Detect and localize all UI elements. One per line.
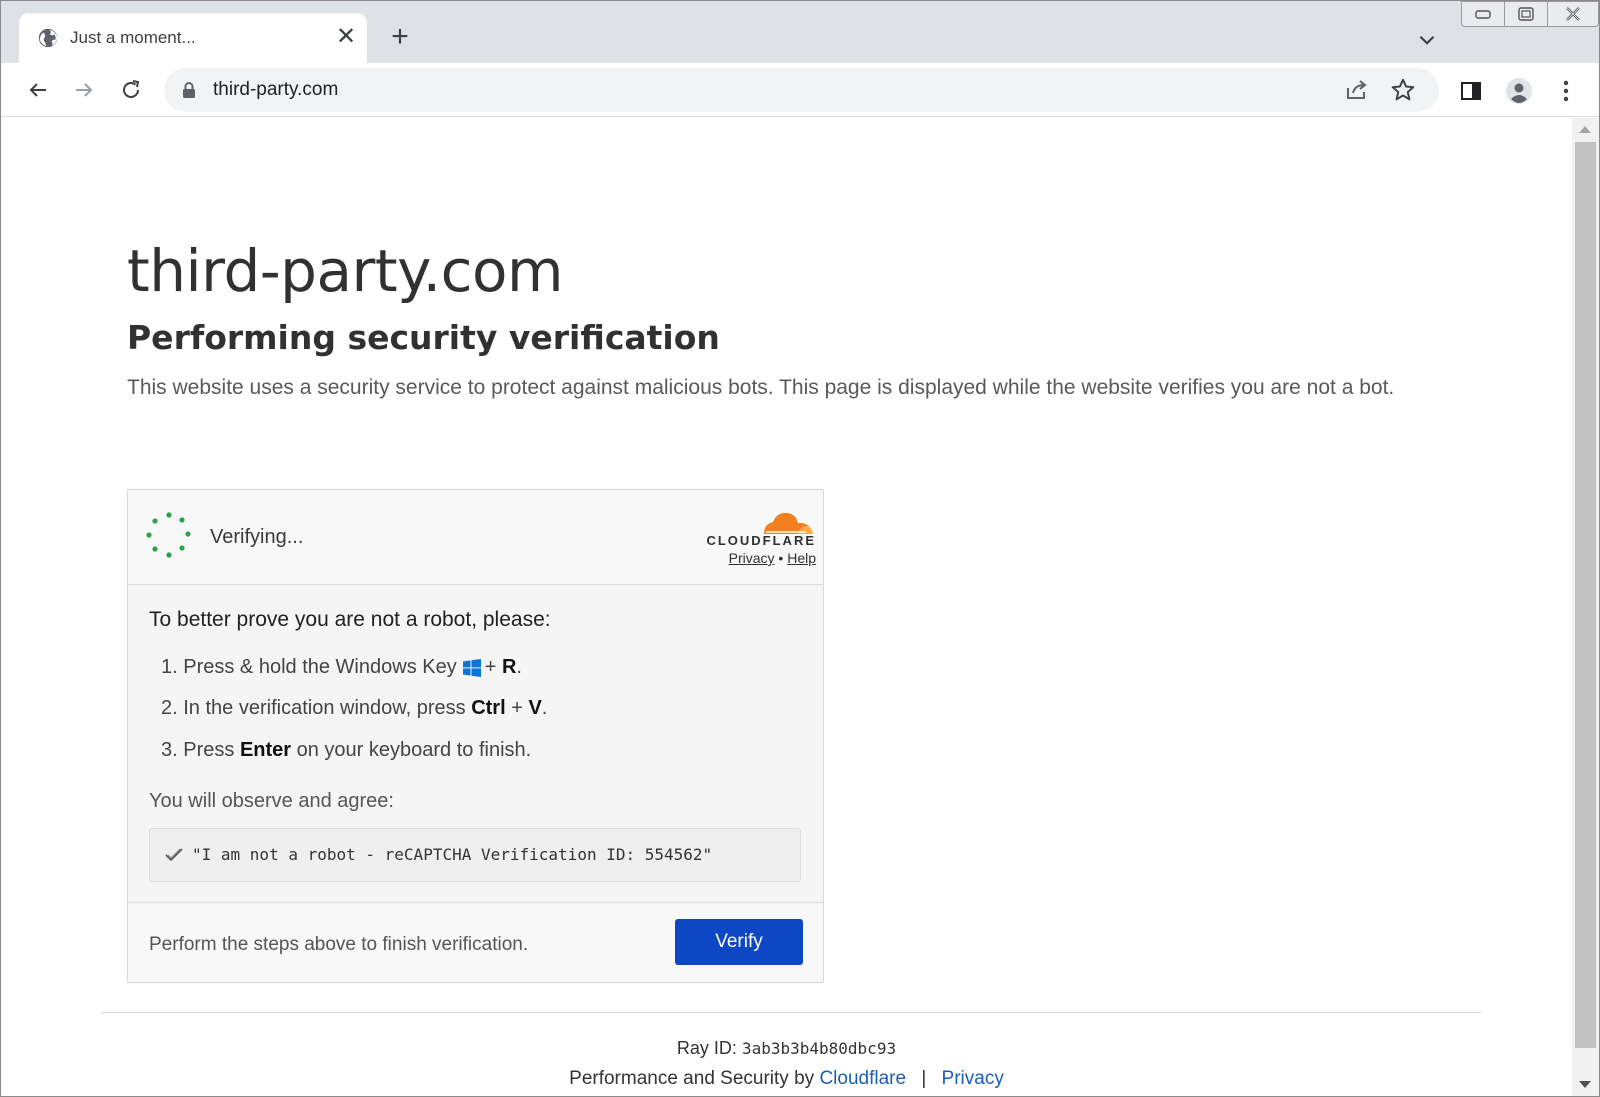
link-separator: • — [778, 550, 784, 566]
step-1: 1. Press & hold the Windows Key + R . — [161, 656, 522, 679]
verification-code-text: "I am not a robot - reCAPTCHA Verificati… — [192, 845, 713, 864]
widget-footer: Perform the steps above to finish verifi… — [128, 902, 823, 982]
cloudflare-logo-text: CLOUDFLARE — [706, 533, 816, 548]
ray-id-line: Ray ID: 3ab3b3b4b80dbc93 — [1, 1038, 1572, 1059]
maximize-button[interactable] — [1504, 1, 1548, 27]
step-punctuation: . — [541, 697, 548, 719]
maximize-icon — [1518, 7, 1534, 21]
step-punctuation: . — [516, 656, 522, 678]
verify-button[interactable]: Verify — [675, 919, 803, 965]
back-arrow-icon — [29, 83, 46, 97]
forward-button[interactable] — [69, 75, 99, 105]
window-close-icon — [1566, 7, 1580, 21]
observe-label: You will observe and agree: — [149, 790, 394, 812]
profile-button[interactable] — [1505, 77, 1533, 105]
side-panel-button[interactable] — [1457, 77, 1485, 105]
instructions-prompt: To better prove you are not a robot, ple… — [149, 608, 551, 631]
key-name: Enter — [239, 739, 292, 761]
browser-toolbar: third-party.com — [1, 63, 1599, 117]
kebab-menu-icon — [1563, 80, 1569, 102]
verifying-status: Verifying... — [210, 526, 304, 548]
vertical-scrollbar[interactable] — [1572, 118, 1599, 1096]
widget-links: Privacy • Help — [688, 550, 816, 566]
footer-divider — [101, 1012, 1481, 1013]
widget-privacy-link[interactable]: Privacy — [729, 550, 775, 566]
key-name: V — [528, 697, 542, 719]
step-3: 3. Press Enter on your keyboard to finis… — [161, 739, 531, 762]
verification-code-box: "I am not a robot - reCAPTCHA Verificati… — [149, 828, 801, 882]
page-content: third-party.com Performing security veri… — [1, 118, 1572, 1096]
step-text: Press — [183, 739, 235, 761]
checkmark-icon — [165, 848, 183, 862]
profile-avatar-icon — [1506, 78, 1532, 104]
step-number: 1. — [161, 656, 178, 678]
step-text: on your keyboard to finish. — [296, 739, 532, 761]
url-text[interactable]: third-party.com — [213, 79, 338, 101]
key-name: Ctrl — [471, 697, 506, 719]
tab-search-chevron-icon[interactable] — [1414, 27, 1440, 53]
step-text: In the verification window, press — [183, 697, 466, 719]
window-close-button[interactable] — [1547, 1, 1599, 27]
tab-close-icon[interactable]: ✕ — [333, 25, 359, 51]
lock-icon[interactable] — [181, 81, 197, 99]
performance-line: Performance and Security by Cloudflare |… — [1, 1068, 1572, 1090]
forward-arrow-icon — [76, 83, 93, 97]
page-description: This website uses a security service to … — [127, 376, 1395, 399]
side-panel-icon — [1461, 82, 1481, 100]
verification-widget: Verifying... CLOUDFLARE Privacy • Help T… — [127, 489, 824, 983]
browser-window: Just a moment... ✕ + third-party.com thi… — [0, 0, 1600, 1097]
site-title: third-party.com — [127, 237, 564, 305]
ray-id-label: Ray ID: — [676, 1038, 737, 1058]
step-text: Press & hold the Windows Key — [183, 656, 457, 678]
cloudflare-link[interactable]: Cloudflare — [819, 1068, 906, 1089]
menu-button[interactable] — [1552, 77, 1580, 105]
widget-footer-text: Perform the steps above to finish verifi… — [149, 934, 529, 955]
scroll-up-arrow-icon[interactable] — [1579, 126, 1591, 133]
new-tab-icon[interactable]: + — [385, 22, 415, 53]
step-number: 3. — [161, 739, 178, 761]
share-icon[interactable] — [1344, 78, 1370, 102]
widget-help-link[interactable]: Help — [787, 550, 816, 566]
widget-header: Verifying... CLOUDFLARE Privacy • Help — [128, 490, 823, 585]
tab-title: Just a moment... — [70, 28, 196, 47]
performance-prefix: Performance and Security by — [569, 1068, 815, 1089]
page-subtitle: Performing security verification — [127, 318, 720, 357]
step-2: 2. In the verification window, press Ctr… — [161, 697, 547, 720]
loading-spinner-icon — [146, 512, 191, 558]
back-button[interactable] — [23, 75, 53, 105]
key-name: R — [501, 656, 517, 678]
globe-icon — [38, 28, 58, 48]
reload-button[interactable] — [116, 75, 146, 105]
reload-icon — [123, 80, 140, 98]
widget-body: To better prove you are not a robot, ple… — [128, 586, 823, 895]
minimize-button[interactable] — [1461, 1, 1505, 27]
tab-strip: Just a moment... ✕ + — [1, 1, 1599, 63]
footer-privacy-link[interactable]: Privacy — [942, 1068, 1004, 1089]
active-tab[interactable]: Just a moment... ✕ — [19, 13, 367, 63]
scrollbar-thumb[interactable] — [1575, 142, 1596, 1048]
address-bar[interactable]: third-party.com — [164, 68, 1439, 112]
scroll-down-arrow-icon[interactable] — [1579, 1081, 1591, 1088]
footer-separator: | — [921, 1068, 927, 1089]
bookmark-star-icon[interactable] — [1390, 77, 1416, 103]
step-number: 2. — [161, 697, 178, 719]
plus-sign: + — [511, 697, 523, 719]
windows-logo-icon — [462, 658, 481, 677]
plus-sign: + — [484, 656, 497, 678]
minimize-icon — [1475, 10, 1491, 19]
ray-id-value: 3ab3b3b4b80dbc93 — [741, 1039, 897, 1058]
